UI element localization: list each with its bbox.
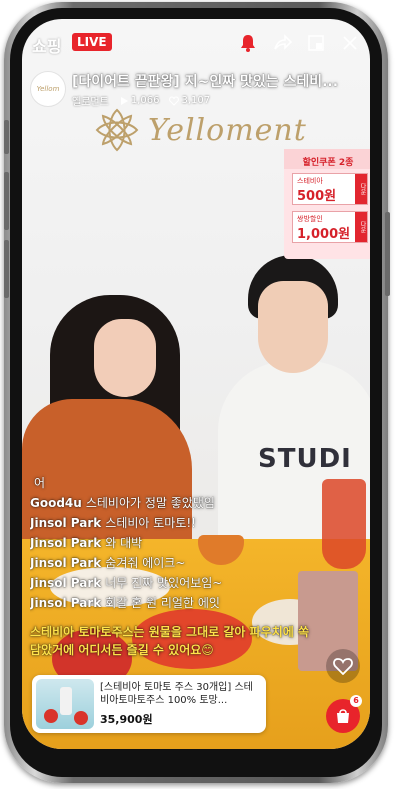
brand-text-end: ent	[254, 112, 307, 148]
product-price: 35,900원	[100, 713, 153, 726]
coupon-download-button[interactable]: 다운	[355, 212, 367, 242]
heart-icon	[333, 658, 353, 675]
channel-avatar[interactable]: Yellom	[30, 71, 66, 107]
backdrop-brand: Yelloment	[92, 107, 307, 153]
share-icon[interactable]	[272, 33, 292, 53]
chat-list: 어 Good4u 스테비아가 정말 좋았댔임 Jinsol Park 스테비아 토마…	[30, 473, 330, 613]
shopping-bag-icon	[337, 709, 349, 723]
volume-down-button	[4, 240, 9, 298]
coupon-download-button[interactable]: 다운	[355, 174, 367, 204]
chat-text: 회갈 혼 원 리얼한 에잇	[105, 596, 220, 610]
shopping-logo[interactable]: 쇼핑	[32, 33, 61, 57]
coupon-heading: 할인쿠폰 2종	[302, 158, 354, 168]
power-button	[385, 212, 390, 296]
like-count: 3,107	[169, 93, 210, 108]
close-icon[interactable]	[340, 33, 360, 53]
bell-icon[interactable]	[238, 33, 258, 53]
juice-pouch	[60, 687, 72, 715]
chat-text: 와 대박	[105, 536, 143, 550]
broadcast-meta: 옐로먼트 1,066 3,107	[72, 93, 210, 108]
coupon-item[interactable]: 스테비아 500원 다운	[292, 173, 368, 205]
chat-message: 어	[30, 473, 330, 493]
chat-message: Jinsol Park 숨겨줘 에이크~	[30, 553, 330, 573]
tomato	[44, 709, 58, 723]
host-woman-face	[94, 319, 156, 397]
side-button	[4, 120, 9, 154]
chat-user: Jinsol Park	[30, 556, 102, 570]
chat-user: Jinsol Park	[30, 516, 102, 530]
channel-avatar-text: Yellom	[36, 85, 60, 93]
view-count: 1,066	[119, 93, 160, 108]
chat-text: 너무 진짜 맛있어보임~	[105, 576, 223, 590]
chat-message: Jinsol Park 너무 진짜 맛있어보임~	[30, 573, 330, 593]
chat-user: Jinsol Park	[30, 536, 102, 550]
chat-message: Jinsol Park 회갈 혼 원 리얼한 에잇	[30, 593, 330, 613]
like-button[interactable]	[326, 649, 360, 683]
coupon-item[interactable]: 쌍방할인 1,000원 다운	[292, 211, 368, 243]
like-count-value: 3,107	[181, 95, 211, 106]
brand-logo-icon	[95, 108, 139, 152]
coupon-panel[interactable]: 할인쿠폰 2종 스테비아 500원 다운 쌍방할인 1,000원 다운	[284, 149, 370, 259]
product-card[interactable]: [스테비아 토마토 주스 30개입] 스테비아토마토주스 100% 토망... …	[32, 675, 266, 733]
volume-up-button	[4, 172, 9, 230]
tomato	[74, 711, 88, 725]
top-actions	[238, 33, 360, 53]
live-badge: LIVE	[72, 33, 112, 51]
host-notice: 스테비아 토마토주스는 원물을 그대로 갈아 파우치에 쏙 담았거에 어디서든 …	[30, 625, 309, 657]
host-man-face	[258, 281, 328, 373]
top-bar: 쇼핑 LIVE	[22, 19, 370, 69]
live-stream-screen[interactable]: Yelloment STUDI 쇼핑 LIVE Yellom [다이어트 끝판왕…	[22, 19, 370, 749]
chat-user: Good4u	[30, 496, 82, 510]
view-count-value: 1,066	[130, 95, 160, 106]
chat-message: Jinsol Park 와 대박	[30, 533, 330, 553]
chat-user: Jinsol Park	[30, 596, 102, 610]
chat-text: 스테비아가 정말 좋았댔임	[85, 496, 215, 510]
broadcast-info: Yellom [다이어트 끝판왕] 지~인짜 맛있는 스테비... 옐로먼트 1…	[30, 69, 366, 109]
coupon-value: 1,000원	[297, 227, 351, 242]
brand-text-start: Yellom	[148, 112, 255, 148]
broadcast-title[interactable]: [다이어트 끝판왕] 지~인짜 맛있는 스테비...	[72, 71, 368, 91]
product-thumbnail	[36, 679, 94, 729]
chat-message: Good4u 스테비아가 정말 좋았댔임	[30, 493, 330, 513]
cart-count-badge: 6	[350, 695, 362, 707]
heart-outline-icon	[169, 95, 180, 106]
chat-text: 숨겨줘 에이크~	[105, 556, 186, 570]
chat-text: 어	[34, 476, 46, 490]
product-name: [스테비아 토마토 주스 30개입] 스테비아토마토주스 100% 토망...	[100, 682, 253, 706]
chat-user: Jinsol Park	[30, 576, 102, 590]
chat-text: 스테비아 토마토!!	[105, 516, 196, 530]
cart-button[interactable]: 6	[326, 695, 362, 733]
channel-name[interactable]: 옐로먼트	[72, 93, 109, 108]
play-icon	[120, 96, 128, 105]
pip-icon[interactable]	[306, 33, 326, 53]
coupon-value: 500원	[297, 189, 337, 204]
shirt-print: STUDI	[258, 444, 352, 474]
backdrop-brand-text: Yelloment	[148, 113, 307, 148]
chat-message: Jinsol Park 스테비아 토마토!!	[30, 513, 330, 533]
